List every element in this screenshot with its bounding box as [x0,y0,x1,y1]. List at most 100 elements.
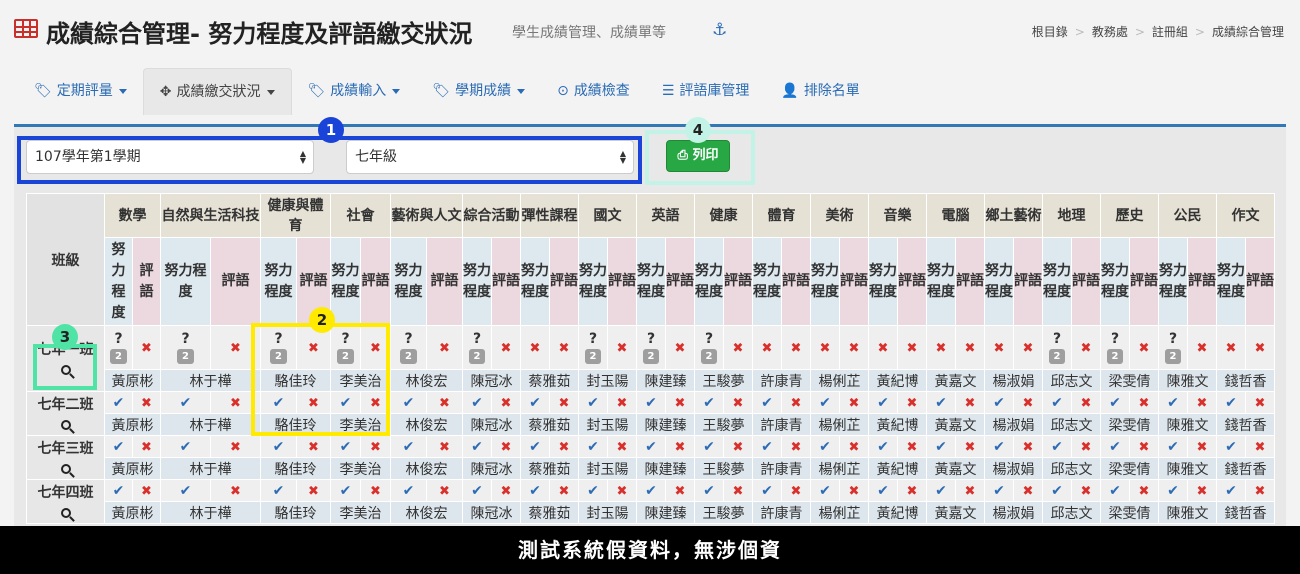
tag-icon: 🏷 [432,83,451,99]
missing-x-icon: ✖ [897,391,927,414]
submitted-check-icon: ✔ [578,479,608,502]
teacher-name: 陳雅文 [1158,413,1217,436]
submitted-check-icon: ✔ [984,435,1014,458]
submitted-check-icon: ✔ [462,479,492,502]
comment-column-header: 評語 [1013,237,1043,326]
class-name: 七年三班 [37,440,94,457]
submitted-check-icon: ✔ [984,391,1014,414]
submitted-check-icon: ✔ [636,479,666,502]
breadcrumb-item[interactable]: 根目錄 [1032,25,1068,39]
subject-header: 作文 [1216,193,1275,238]
chevron-right-icon: > [1074,25,1085,39]
missing-x-icon: ✖ [1187,435,1217,458]
view-class-button[interactable] [29,506,102,522]
teacher-name: 黃紀博 [868,457,927,480]
submitted-check-icon: ✔ [462,435,492,458]
tag-icon: 🏷 [34,83,52,99]
table-row: 七年一班?2✖?2✖?2✖?2✖?2✖?2✖✖✖?2✖?2✖?2✖✖✖✖✖✖✖✖… [26,325,1275,392]
comment-column-header: 評語 [781,237,811,326]
caret-down-icon [266,89,275,95]
teacher-name: 黃嘉文 [926,369,985,392]
teacher-name: 王駿夢 [694,501,753,524]
missing-x-icon: ✖ [296,435,331,458]
view-class-button[interactable] [29,418,102,434]
teacher-name: 駱佳玲 [260,457,331,480]
missing-x-icon: ✖ [1187,325,1217,370]
teacher-name: 陳雅文 [1158,501,1217,524]
anchor-icon[interactable]: ⚓ [712,20,727,40]
teacher-name: 黃紀博 [868,501,927,524]
teacher-name: 楊淑娟 [984,457,1043,480]
effort-column-header: 努力程度 [330,237,361,326]
submitted-check-icon: ✔ [1158,391,1188,414]
comment-column-header: 評語 [1071,237,1101,326]
comment-column-header: 評語 [360,237,391,326]
effort-column-header: 努力程度 [984,237,1014,326]
teacher-name: 陳冠冰 [462,413,521,436]
table-icon [14,19,38,38]
effort-column-header: 努力程度 [160,237,211,326]
submitted-check-icon: ✔ [462,391,492,414]
missing-x-icon: ✖ [1129,435,1159,458]
tab-semester-grades[interactable]: 🏷 學期成績 [416,68,541,115]
view-class-button[interactable] [29,462,102,478]
missing-x-icon: ✖ [839,391,869,414]
comment-column-header: 評語 [897,237,927,326]
teacher-name: 陳雅文 [1158,457,1217,480]
teacher-name: 李美治 [330,501,391,524]
table-row: 七年四班 ✔ ✖ ✔ ✖ ✔ ✖ ✔ ✖ ✔ ✖ ✔ ✖ ✔ ✖ ✔ ✖ ✔ ✖ ✔ ✖ ✔ ✖ ✔ ✖ ✔ ✖ ✔ ✖ ✔ ✖ ✔ ✖ ✔ ✖ ✔ ✖… [26,479,1275,524]
breadcrumb-item[interactable]: 註冊組 [1152,25,1188,39]
comment-column-header: 評語 [1245,237,1275,326]
tab-label: 成績檢查 [573,83,630,99]
teacher-name: 林俊宏 [390,501,463,524]
tab-label: 定期評量 [56,83,113,99]
teacher-name: 黃紀博 [868,369,927,392]
class-name: 七年四班 [37,484,94,501]
missing-x-icon: ✖ [132,479,161,502]
teacher-name: 梁雯倩 [1100,413,1159,436]
search-icon [60,419,71,430]
missing-x-icon: ✖ [1129,391,1159,414]
step-badge-4: 4 [685,117,711,143]
teacher-name: 黃原彬 [104,369,161,392]
effort-column-header: 努力程度 [636,237,666,326]
tab-comment-library[interactable]: ☰ 評語庫管理 [646,68,766,115]
submitted-check-icon: ✔ [390,435,427,458]
tab-grade-check[interactable]: ⊙ 成績檢查 [541,68,646,115]
teacher-name: 錢哲香 [1216,501,1275,524]
submitted-check-icon: ✔ [926,479,956,502]
missing-x-icon: ✖ [1071,391,1101,414]
subject-header: 健康與體育 [260,193,331,238]
highlight-box-cells [251,323,390,436]
missing-x-icon: ✖ [132,391,161,414]
teacher-name: 錢哲香 [1216,457,1275,480]
missing-x-icon: ✖ [549,479,579,502]
teacher-name: 陳冠冰 [462,369,521,392]
tab-periodic-assessment[interactable]: 🏷 定期評量 [18,68,143,115]
tab-grade-submission-status[interactable]: ✥ 成績繳交狀況 [142,68,292,115]
breadcrumb-item[interactable]: 教務處 [1092,25,1128,39]
effort-column-header: 努力程度 [810,237,840,326]
subject-header: 綜合活動 [462,193,521,238]
teacher-name: 林俊宏 [390,457,463,480]
subject-header: 電腦 [926,193,985,238]
submitted-check-icon: ✔ [1158,479,1188,502]
missing-x-icon: ✖ [1245,479,1275,502]
teacher-name: 駱佳玲 [260,501,331,524]
missing-x-icon: ✖ [1013,325,1043,370]
submitted-check-icon: ✔ [520,435,550,458]
effort-column-header: 努力程度 [926,237,956,326]
missing-x-icon: ✖ [132,435,161,458]
subject-header: 社會 [330,193,391,238]
teacher-name: 王駿夢 [694,457,753,480]
comment-column-header: 評語 [723,237,753,326]
teacher-name: 林俊宏 [390,413,463,436]
teacher-name: 陳冠冰 [462,501,521,524]
teacher-name: 黃嘉文 [926,413,985,436]
missing-x-icon: ✖ [426,435,463,458]
tab-grade-input[interactable]: 🏷 成績輸入 [292,68,417,115]
tab-exclusion-list[interactable]: 👤 排除名單 [765,68,875,115]
submitted-check-icon: ✔ [330,479,361,502]
pending-count-cell: ? 2 [636,325,666,370]
missing-x-icon: ✖ [781,325,811,370]
